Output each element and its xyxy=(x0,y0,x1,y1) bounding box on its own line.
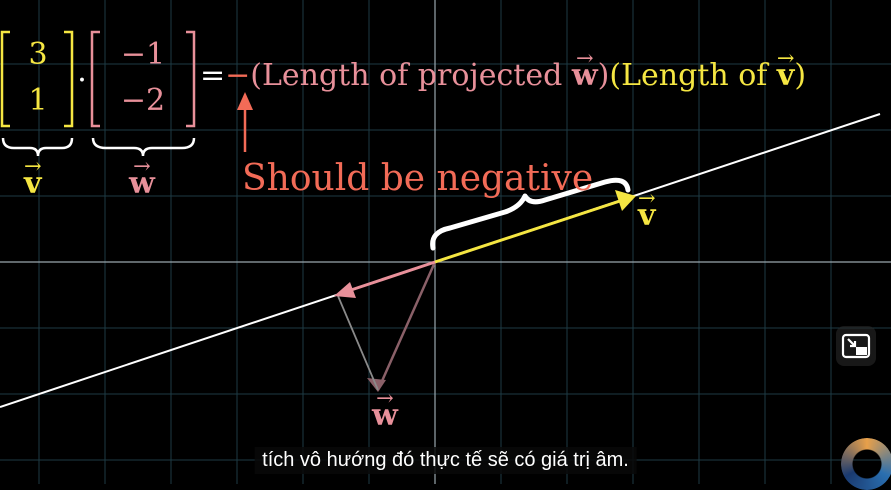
w-under-brace xyxy=(91,137,196,157)
v-length-open: (Length of xyxy=(609,58,777,93)
w-vector-label: w xyxy=(372,386,398,433)
v-vector xyxy=(434,199,621,264)
dot-operator: · xyxy=(77,63,87,98)
projected-w-vector xyxy=(344,260,436,294)
projected-w-head xyxy=(334,282,356,298)
picture-in-picture-icon xyxy=(841,333,871,359)
v-symbol: v xyxy=(777,46,795,93)
minus-sign: − xyxy=(225,58,251,93)
v-under-brace xyxy=(1,137,74,157)
projected-length-close: ) xyxy=(597,58,610,93)
matrix-v-top: 3 xyxy=(28,37,48,72)
projected-length-open: (Length of projected xyxy=(250,58,572,93)
matrix-w-top: −1 xyxy=(120,37,166,72)
matrix-w-bottom: −2 xyxy=(120,83,166,118)
annotation-text: Should be negative xyxy=(242,158,594,199)
subtitle-caption: tích vô hướng đó thực tế sẽ có giá trị â… xyxy=(254,447,637,474)
v-under-label: v xyxy=(24,154,42,201)
annotation-arrow-head xyxy=(237,92,253,110)
w-vector xyxy=(376,261,437,391)
equation: =−(Length of projected w)(Length of v) xyxy=(200,46,807,93)
v-vector-label: v xyxy=(638,186,656,233)
projected-w-symbol: w xyxy=(572,46,598,93)
loading-spinner-icon xyxy=(841,438,891,490)
projection-drop-line xyxy=(337,295,379,391)
v-length-close: ) xyxy=(794,58,807,93)
w-under-label: w xyxy=(129,154,155,201)
equals-sign: = xyxy=(200,58,226,93)
picture-in-picture-button[interactable] xyxy=(836,326,876,366)
matrix-v-bottom: 1 xyxy=(28,83,48,118)
